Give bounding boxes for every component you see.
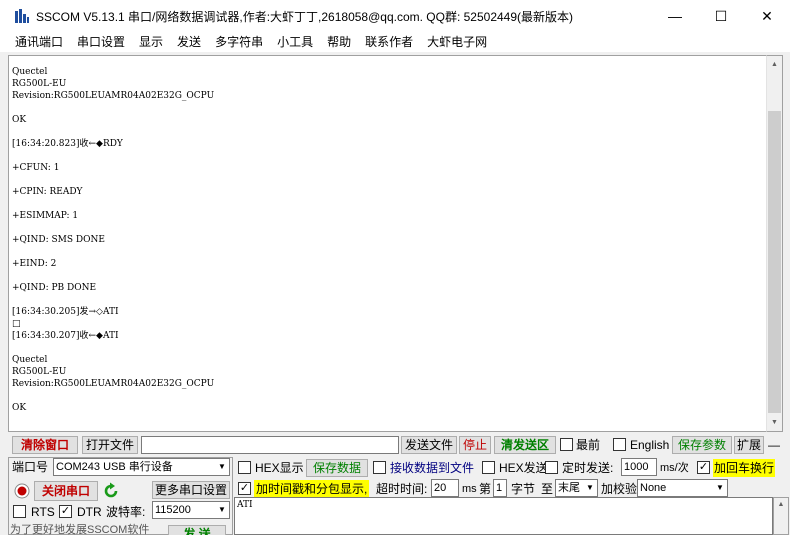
menu-website[interactable]: 大虾电子网 (420, 32, 494, 52)
interval-input[interactable]: 1000 (621, 458, 657, 476)
hex-display-label: HEX显示 (255, 461, 304, 475)
scroll-thumb[interactable] (768, 111, 781, 413)
rts-checkbox[interactable] (13, 505, 26, 518)
add-crlf-label: 加回车换行 (713, 459, 776, 477)
hex-send-checkbox[interactable] (482, 461, 495, 474)
file-path-input[interactable] (141, 436, 399, 454)
stop-button[interactable]: 停止 (459, 436, 491, 454)
receive-text: Quectel RG500L-EU Revision:RG500LEUAMR04… (12, 67, 215, 413)
hex-send-label: HEX发送 (499, 461, 548, 475)
clear-window-button[interactable]: 清除窗口 (12, 436, 78, 454)
menu-help[interactable]: 帮助 (320, 32, 358, 52)
baud-select[interactable]: 115200 ▼ (152, 501, 230, 519)
end-select[interactable]: 末尾 ▼ (555, 479, 598, 497)
menu-send[interactable]: 发送 (170, 32, 208, 52)
clear-send-button[interactable]: 清发送区 (494, 436, 556, 454)
chevron-down-icon[interactable]: ▼ (215, 459, 229, 475)
menu-comm-port[interactable]: 通讯端口 (8, 32, 70, 52)
send-text: ATI (237, 500, 253, 510)
scroll-up-icon[interactable]: ▲ (767, 56, 782, 73)
chevron-down-icon[interactable]: ▼ (713, 480, 727, 496)
window-title: SSCOM V5.13.1 串口/网络数据调试器,作者:大虾丁丁,2618058… (36, 10, 574, 24)
timed-send-checkbox[interactable] (545, 461, 558, 474)
dtr-checkbox[interactable]: ✓ (59, 505, 72, 518)
recv-to-file-label: 接收数据到文件 (390, 461, 475, 475)
port-value: COM243 USB 串行设备 (56, 461, 173, 473)
save-data-button[interactable]: 保存数据 (306, 459, 368, 477)
minimize-button[interactable]: — (652, 0, 698, 32)
save-params-button[interactable]: 保存参数 (672, 436, 732, 454)
latest-label: 最前 (576, 438, 601, 452)
expand-button[interactable]: 扩展 (734, 436, 764, 454)
timestamp-label: 加时间戳和分包显示, (254, 480, 370, 498)
scroll-down-icon[interactable]: ▼ (767, 414, 782, 431)
port-label: 端口号 (12, 460, 49, 474)
checksum-label: 加校验 (601, 482, 638, 496)
baud-label: 波特率: (106, 505, 146, 519)
byte-suffix-label: 字节 (511, 482, 536, 496)
send-input[interactable]: ATI (234, 497, 773, 535)
menu-tools[interactable]: 小工具 (270, 32, 320, 52)
byte-prefix-label: 第 (479, 482, 492, 496)
add-crlf-checkbox[interactable]: ✓ (697, 461, 710, 474)
app-icon (15, 9, 29, 23)
send-button[interactable]: 发 送 (168, 525, 226, 535)
latest-checkbox[interactable] (560, 438, 573, 451)
port-status-icon (14, 483, 30, 499)
rts-label: RTS (31, 505, 55, 519)
menu-display[interactable]: 显示 (132, 32, 170, 52)
receive-area[interactable]: Quectel RG500L-EU Revision:RG500LEUAMR04… (8, 55, 766, 432)
chevron-down-icon[interactable]: ▼ (583, 480, 597, 496)
close-port-button[interactable]: 关闭串口 (34, 481, 98, 501)
promo-text[interactable]: 为了更好地发展SSCOM软件 (10, 521, 149, 535)
timestamp-checkbox[interactable]: ✓ (238, 482, 251, 495)
dtr-label: DTR (77, 505, 102, 519)
english-label: English (630, 438, 670, 452)
timed-send-label: 定时发送: (562, 461, 614, 475)
checksum-value: None (640, 482, 667, 494)
refresh-icon[interactable] (102, 482, 120, 500)
chevron-down-icon[interactable]: ▼ (215, 502, 229, 518)
recv-to-file-checkbox[interactable] (373, 461, 386, 474)
send-file-button[interactable]: 发送文件 (401, 436, 457, 454)
open-file-button[interactable]: 打开文件 (82, 436, 138, 454)
timeout-unit-label: ms (462, 483, 477, 495)
hex-display-checkbox[interactable] (238, 461, 251, 474)
checksum-select[interactable]: None ▼ (637, 479, 728, 497)
end-value: 末尾 (558, 482, 580, 494)
menu-bar: 通讯端口 串口设置 显示 发送 多字符串 小工具 帮助 联系作者 大虾电子网 (0, 32, 790, 52)
menu-contact-author[interactable]: 联系作者 (358, 32, 420, 52)
timeout-input[interactable]: 20 (431, 479, 459, 497)
byte-index-input[interactable]: 1 (493, 479, 507, 497)
title-bar: SSCOM V5.13.1 串口/网络数据调试器,作者:大虾丁丁,2618058… (0, 0, 790, 32)
baud-value: 115200 (155, 504, 191, 516)
receive-scrollbar[interactable]: ▲ ▼ (766, 55, 783, 432)
port-select[interactable]: COM243 USB 串行设备 ▼ (53, 458, 230, 476)
scroll-up-icon[interactable]: ▲ (774, 498, 788, 512)
english-checkbox[interactable] (613, 438, 626, 451)
timeout-label: 超时时间: (376, 482, 428, 496)
to-label: 至 (541, 482, 554, 496)
interval-unit-label: ms/次 (660, 462, 689, 474)
maximize-button[interactable]: ☐ (698, 0, 744, 32)
menu-multi-string[interactable]: 多字符串 (208, 32, 270, 52)
close-button[interactable]: ✕ (744, 0, 790, 32)
menu-port-settings[interactable]: 串口设置 (70, 32, 132, 52)
send-scrollbar[interactable]: ▲ (773, 497, 789, 535)
collapse-icon[interactable]: — (768, 436, 780, 454)
more-settings-button[interactable]: 更多串口设置 (152, 481, 230, 499)
